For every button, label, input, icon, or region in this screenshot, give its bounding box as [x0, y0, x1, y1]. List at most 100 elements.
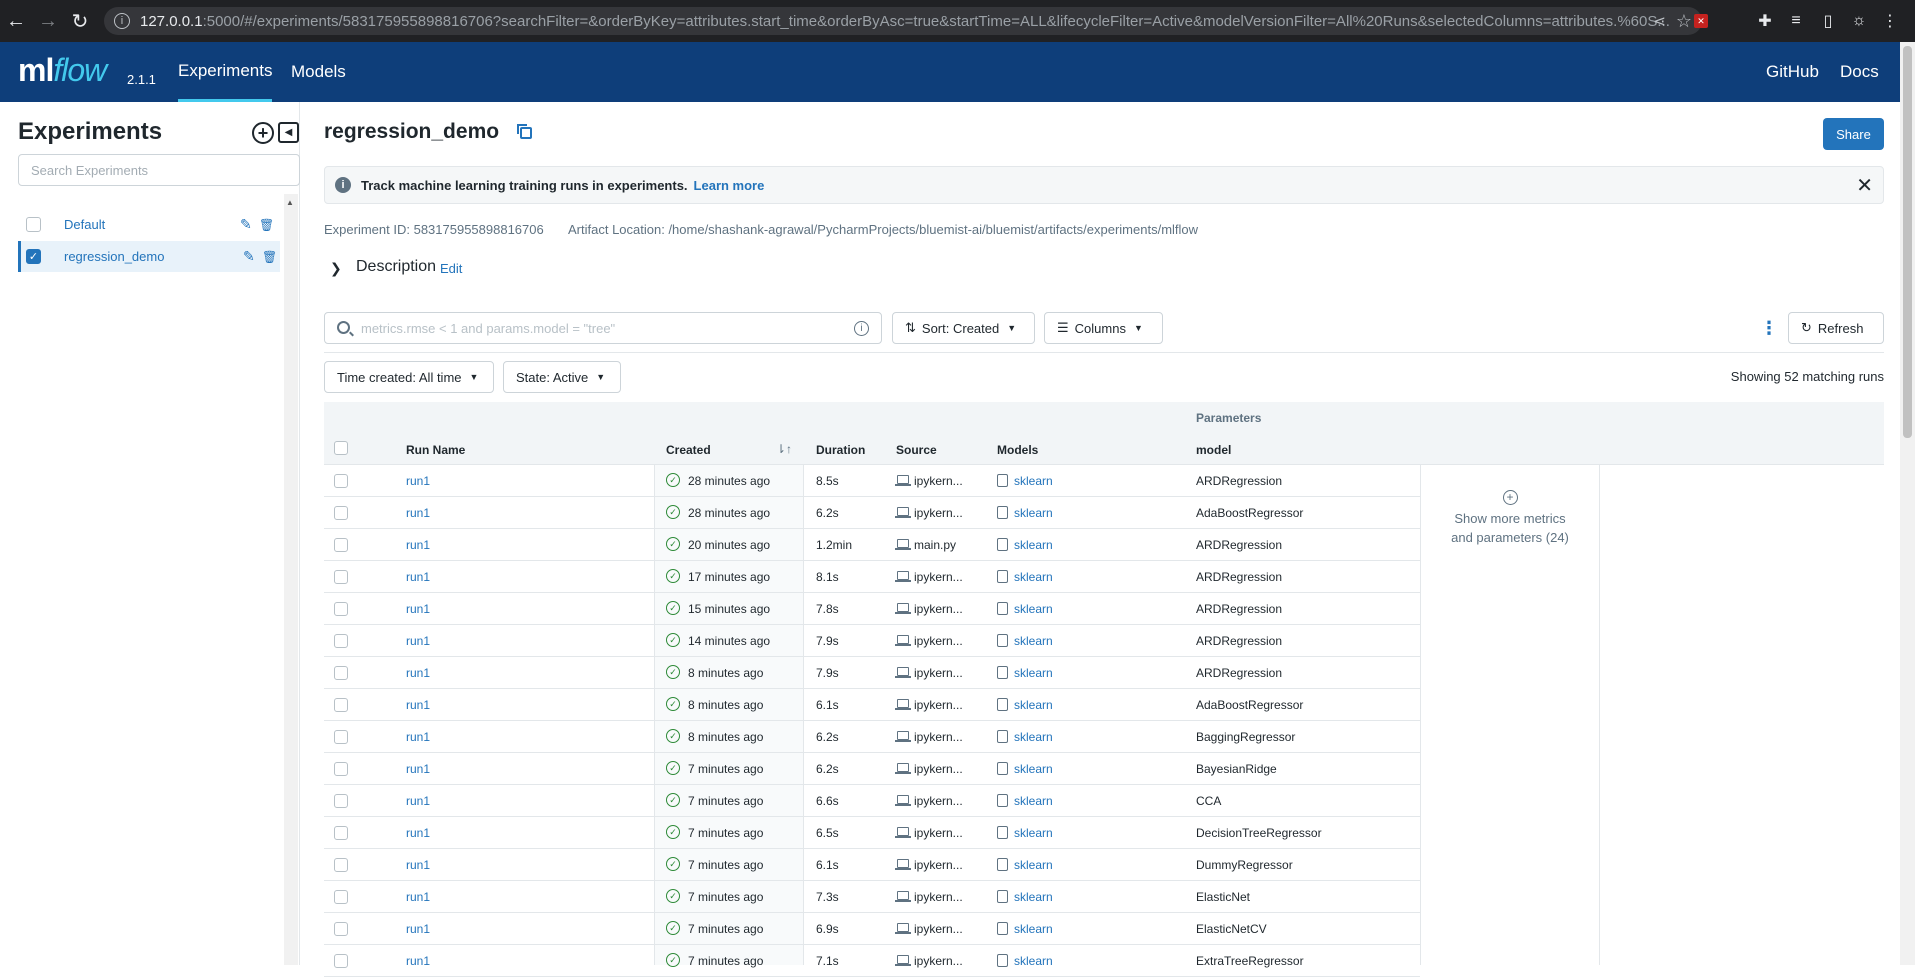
table-row[interactable]: run1 ✓ 7 minutes ago 7.3s ipykern... sklearn E…: [324, 881, 1420, 913]
run-search-input[interactable]: metrics.rmse < 1 and params.model = "tre…: [324, 312, 882, 344]
site-info-icon[interactable]: i: [114, 13, 130, 29]
extension-icon[interactable]: ✕: [1694, 14, 1708, 28]
table-row[interactable]: run1 ✓ 28 minutes ago 6.2s ipykern... sklearn…: [324, 497, 1420, 529]
experiment-name[interactable]: regression_demo: [64, 249, 164, 264]
row-checkbox[interactable]: [334, 890, 348, 904]
close-icon[interactable]: ✕: [1856, 173, 1873, 198]
learn-more-link[interactable]: Learn more: [694, 178, 765, 193]
add-experiment-icon[interactable]: +: [252, 122, 274, 144]
model-link[interactable]: sklearn: [1014, 922, 1053, 936]
source[interactable]: ipykern...: [914, 666, 963, 680]
scroll-up-icon[interactable]: ▲: [286, 198, 294, 207]
refresh-button[interactable]: ↻ Refresh: [1788, 312, 1884, 344]
state-filter[interactable]: State: Active ▼: [503, 361, 621, 393]
model-link[interactable]: sklearn: [1014, 474, 1053, 488]
copy-icon[interactable]: [517, 124, 532, 139]
source[interactable]: ipykern...: [914, 570, 963, 584]
page-scrollbar[interactable]: [1900, 42, 1915, 965]
puzzle-extensions-icon[interactable]: ✚: [1755, 11, 1775, 31]
table-row[interactable]: run1 ✓ 7 minutes ago 6.1s ipykern... sklearn D…: [324, 849, 1420, 881]
row-checkbox[interactable]: [334, 634, 348, 648]
collapse-sidebar-icon[interactable]: ◀: [278, 122, 299, 143]
model-link[interactable]: sklearn: [1014, 890, 1053, 904]
sidebar-item-regression-demo[interactable]: ✓ regression_demo ✎ 🗑: [18, 241, 280, 272]
table-row[interactable]: run1 ✓ 7 minutes ago 6.2s ipykern... sklearn B…: [324, 753, 1420, 785]
side-panel-icon[interactable]: ▯: [1818, 11, 1838, 31]
run-name-link[interactable]: run1: [406, 922, 430, 936]
trash-icon[interactable]: 🗑: [262, 250, 277, 264]
forward-icon[interactable]: →: [34, 7, 62, 35]
model-link[interactable]: sklearn: [1014, 506, 1053, 520]
row-checkbox[interactable]: [334, 602, 348, 616]
model-link[interactable]: sklearn: [1014, 666, 1053, 680]
model-link[interactable]: sklearn: [1014, 730, 1053, 744]
row-checkbox[interactable]: [334, 858, 348, 872]
model-link[interactable]: sklearn: [1014, 954, 1053, 968]
more-options-icon[interactable]: ⋮: [1760, 318, 1778, 339]
time-created-filter[interactable]: Time created: All time ▼: [324, 361, 494, 393]
sidebar-item-default[interactable]: Default ✎ 🗑: [18, 209, 280, 240]
media-list-icon[interactable]: ≡: [1786, 11, 1806, 31]
experiment-checkbox[interactable]: [26, 217, 41, 232]
col-duration[interactable]: Duration: [816, 443, 865, 457]
chevron-right-icon[interactable]: ❯: [330, 260, 342, 277]
row-checkbox[interactable]: [334, 538, 348, 552]
row-checkbox[interactable]: [334, 762, 348, 776]
table-row[interactable]: run1 ✓ 8 minutes ago 6.2s ipykern... sklearn B…: [324, 721, 1420, 753]
run-name-link[interactable]: run1: [406, 826, 430, 840]
row-checkbox[interactable]: [334, 730, 348, 744]
source[interactable]: ipykern...: [914, 506, 963, 520]
row-checkbox[interactable]: [334, 954, 348, 968]
description-edit-link[interactable]: Edit: [440, 261, 462, 276]
model-link[interactable]: sklearn: [1014, 538, 1053, 552]
back-icon[interactable]: ←: [2, 7, 30, 35]
share-button[interactable]: Share: [1823, 118, 1884, 150]
browser-menu-icon[interactable]: ⋮: [1880, 11, 1900, 31]
source[interactable]: ipykern...: [914, 762, 963, 776]
info-icon[interactable]: i: [854, 321, 869, 336]
table-row[interactable]: run1 ✓ 8 minutes ago 7.9s ipykern... sklearn A…: [324, 657, 1420, 689]
bookmark-star-icon[interactable]: ☆: [1676, 11, 1692, 32]
run-name-link[interactable]: run1: [406, 538, 430, 552]
table-row[interactable]: run1 ✓ 8 minutes ago 6.1s ipykern... sklearn A…: [324, 689, 1420, 721]
model-link[interactable]: sklearn: [1014, 570, 1053, 584]
table-row[interactable]: run1 ✓ 7 minutes ago 6.6s ipykern... sklearn C…: [324, 785, 1420, 817]
source[interactable]: ipykern...: [914, 602, 963, 616]
run-name-link[interactable]: run1: [406, 474, 430, 488]
table-row[interactable]: run1 ✓ 20 minutes ago 1.2min main.py sklearn A…: [324, 529, 1420, 561]
table-row[interactable]: run1 ✓ 14 minutes ago 7.9s ipykern... sklearn…: [324, 625, 1420, 657]
row-checkbox[interactable]: [334, 474, 348, 488]
profile-sun-icon[interactable]: ☼: [1849, 11, 1869, 31]
col-models[interactable]: Models: [997, 443, 1038, 457]
columns-dropdown[interactable]: ☰ Columns ▼: [1044, 312, 1163, 344]
share-page-icon[interactable]: ⋖: [1653, 12, 1666, 30]
model-link[interactable]: sklearn: [1014, 794, 1053, 808]
model-link[interactable]: sklearn: [1014, 634, 1053, 648]
source[interactable]: ipykern...: [914, 826, 963, 840]
scrollbar-thumb[interactable]: [1903, 46, 1912, 438]
row-checkbox[interactable]: [334, 826, 348, 840]
mlflow-logo[interactable]: mlflow: [18, 52, 107, 89]
source[interactable]: main.py: [914, 538, 956, 552]
table-row[interactable]: run1 ✓ 17 minutes ago 8.1s ipykern... sklearn…: [324, 561, 1420, 593]
row-checkbox[interactable]: [334, 506, 348, 520]
address-bar[interactable]: i 127.0.0.1:5000/#/experiments/583175955…: [104, 7, 1702, 35]
run-name-link[interactable]: run1: [406, 602, 430, 616]
run-name-link[interactable]: run1: [406, 794, 430, 808]
docs-link[interactable]: Docs: [1840, 42, 1879, 102]
col-param-model[interactable]: model: [1196, 443, 1231, 457]
trash-icon[interactable]: 🗑: [259, 218, 274, 232]
run-name-link[interactable]: run1: [406, 954, 430, 968]
source[interactable]: ipykern...: [914, 474, 963, 488]
model-link[interactable]: sklearn: [1014, 602, 1053, 616]
model-link[interactable]: sklearn: [1014, 826, 1053, 840]
run-name-link[interactable]: run1: [406, 698, 430, 712]
table-row[interactable]: run1 ✓ 7 minutes ago 6.5s ipykern... sklearn D…: [324, 817, 1420, 849]
sort-ascending-icon[interactable]: ⇂↑: [776, 442, 792, 456]
model-link[interactable]: sklearn: [1014, 858, 1053, 872]
nav-experiments[interactable]: Experiments: [178, 42, 273, 102]
row-checkbox[interactable]: [334, 698, 348, 712]
run-name-link[interactable]: run1: [406, 666, 430, 680]
row-checkbox[interactable]: [334, 922, 348, 936]
table-row[interactable]: run1 ✓ 7 minutes ago 7.1s ipykern... sklearn E…: [324, 945, 1420, 977]
